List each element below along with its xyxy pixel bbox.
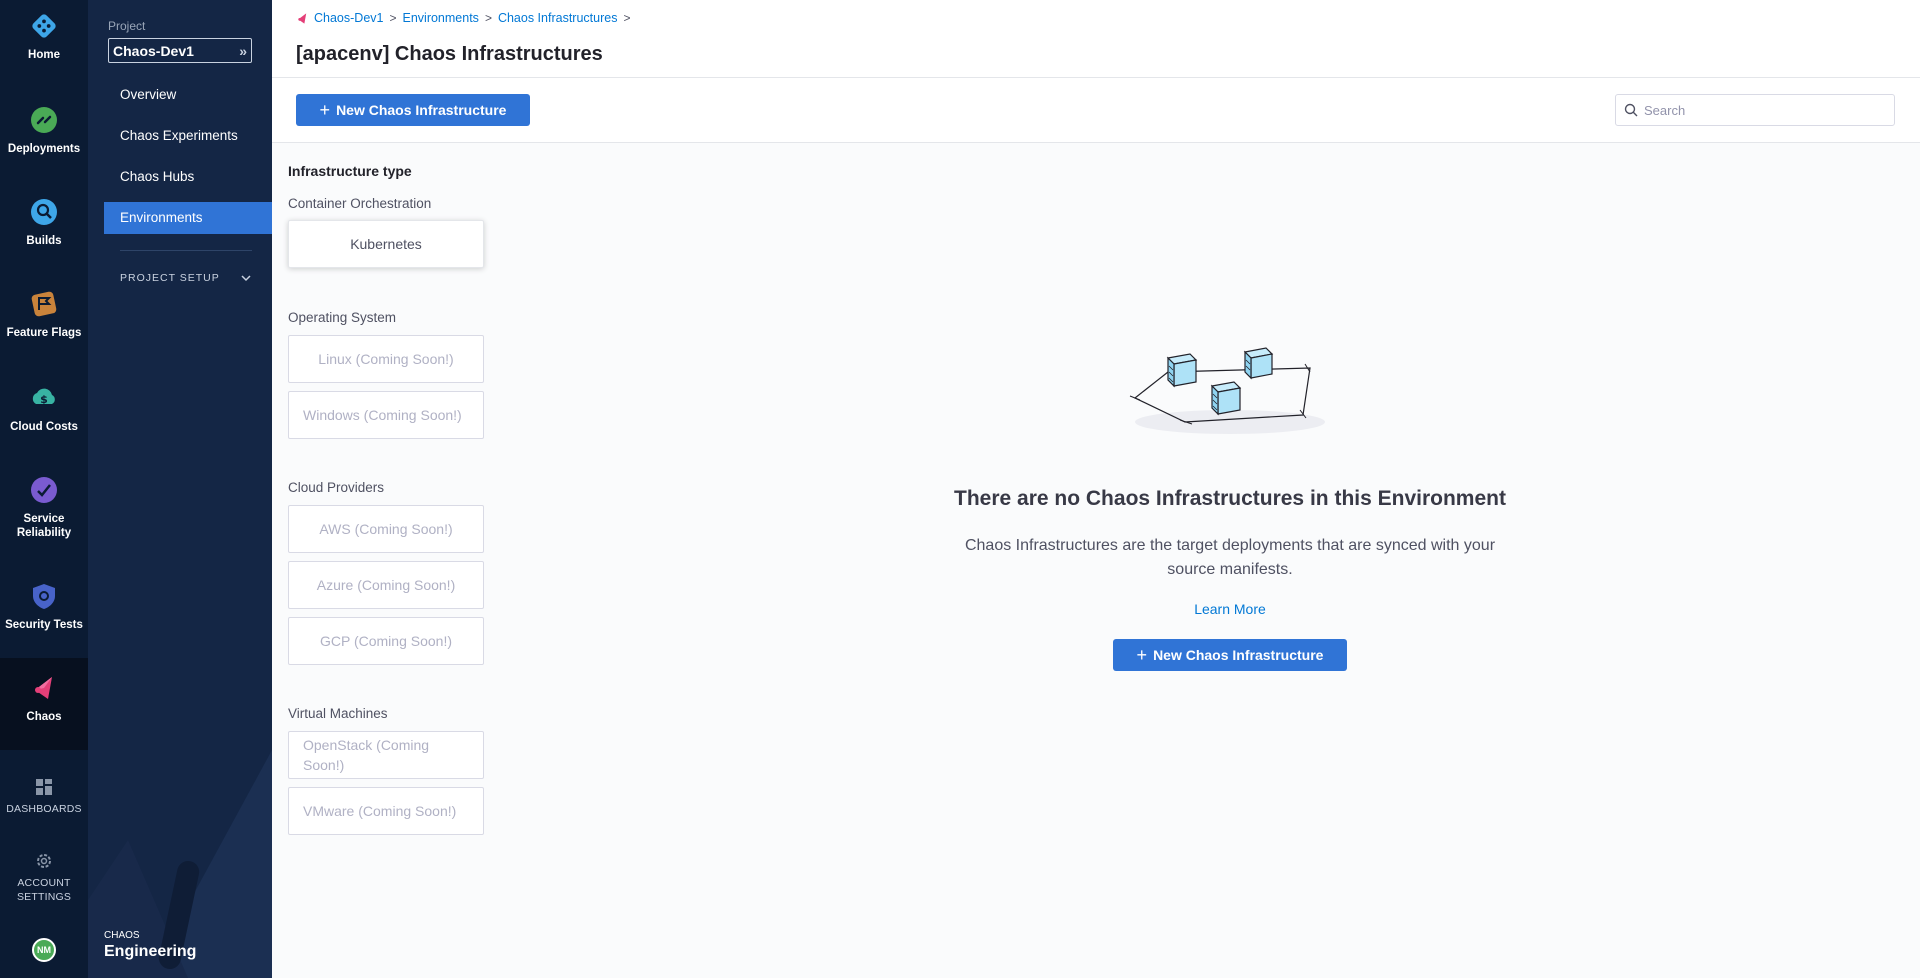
rail-dashboards[interactable]: DASHBOARDS bbox=[0, 778, 88, 816]
filter-option-linux[interactable]: Linux (Coming Soon!) bbox=[288, 335, 484, 383]
rail-feature-flags[interactable]: Feature Flags bbox=[0, 290, 88, 340]
rail-label: ACCOUNT SETTINGS bbox=[16, 877, 72, 903]
plus-icon: + bbox=[319, 100, 331, 120]
home-icon bbox=[30, 12, 58, 40]
breadcrumb-environments[interactable]: Environments bbox=[403, 11, 479, 25]
project-selector[interactable]: Chaos-Dev1 » bbox=[108, 38, 252, 63]
project-nav: Project Chaos-Dev1 » Overview Chaos Expe… bbox=[88, 0, 272, 978]
nav-item-environments[interactable]: Environments bbox=[104, 202, 272, 234]
cloud-costs-icon: $ bbox=[30, 384, 58, 412]
rail-label: DASHBOARDS bbox=[6, 803, 82, 815]
search-placeholder: Search bbox=[1644, 102, 1686, 118]
nav-item-chaos-hubs[interactable]: Chaos Hubs bbox=[104, 161, 272, 193]
page-header: Chaos-Dev1 > Environments > Chaos Infras… bbox=[272, 0, 1920, 78]
filter-option-gcp[interactable]: GCP (Coming Soon!) bbox=[288, 617, 484, 665]
filter-group-label: Container Orchestration bbox=[288, 196, 432, 211]
new-chaos-infrastructure-button[interactable]: + New Chaos Infrastructure bbox=[296, 94, 530, 126]
rail-label: Service Reliability bbox=[16, 513, 72, 539]
brand-name: Engineering bbox=[104, 943, 197, 960]
project-label: Project bbox=[108, 19, 146, 33]
chevron-down-icon bbox=[240, 272, 252, 287]
empty-state-new-infrastructure-button[interactable]: + New Chaos Infrastructure bbox=[1113, 639, 1347, 671]
breadcrumb: Chaos-Dev1 > Environments > Chaos Infras… bbox=[296, 11, 636, 25]
page-title: [apacenv] Chaos Infrastructures bbox=[296, 43, 603, 65]
filter-heading: Infrastructure type bbox=[288, 163, 412, 179]
toolbar: + New Chaos Infrastructure Search bbox=[272, 78, 1920, 143]
rail-label: Home bbox=[28, 49, 60, 61]
empty-state-title: There are no Chaos Infrastructures in th… bbox=[954, 487, 1506, 510]
security-tests-icon bbox=[30, 582, 58, 610]
project-value: Chaos-Dev1 bbox=[113, 42, 194, 59]
search-input[interactable]: Search bbox=[1615, 94, 1895, 126]
empty-state-description: Chaos Infrastructures are the target dep… bbox=[964, 537, 1496, 578]
rail-account-settings[interactable]: ACCOUNT SETTINGS bbox=[0, 852, 88, 904]
filter-group-label: Virtual Machines bbox=[288, 706, 388, 721]
learn-more-label: Learn More bbox=[1194, 601, 1266, 617]
nav-item-chaos-experiments[interactable]: Chaos Experiments bbox=[104, 120, 272, 152]
button-label: New Chaos Infrastructure bbox=[1153, 647, 1324, 663]
button-label: New Chaos Infrastructure bbox=[336, 102, 507, 118]
filter-option-azure[interactable]: Azure (Coming Soon!) bbox=[288, 561, 484, 609]
module-rail: Home Deployments Builds Feature Flags $ … bbox=[0, 0, 88, 978]
nav-item-overview[interactable]: Overview bbox=[104, 79, 272, 111]
filter-option-aws[interactable]: AWS (Coming Soon!) bbox=[288, 505, 484, 553]
project-setup-label: PROJECT SETUP bbox=[120, 272, 220, 284]
nav-divider bbox=[120, 250, 252, 251]
rail-security-tests[interactable]: Security Tests bbox=[0, 582, 88, 632]
rail-service-reliability[interactable]: Service Reliability bbox=[0, 476, 88, 540]
chaos-icon bbox=[30, 674, 58, 702]
filter-option-windows[interactable]: Windows (Coming Soon!) bbox=[288, 391, 484, 439]
gear-icon bbox=[35, 852, 53, 870]
builds-icon bbox=[30, 198, 58, 226]
breadcrumb-separator: > bbox=[623, 11, 631, 25]
svg-text:$: $ bbox=[40, 393, 48, 406]
rail-label: Security Tests bbox=[5, 619, 83, 631]
brand-module: CHAOS bbox=[104, 930, 140, 941]
filter-group-label: Cloud Providers bbox=[288, 480, 385, 495]
rail-deployments[interactable]: Deployments bbox=[0, 106, 88, 156]
search-icon bbox=[1624, 103, 1638, 117]
filter-option-openstack[interactable]: OpenStack (Coming Soon!) bbox=[288, 731, 484, 779]
filter-option-kubernetes[interactable]: Kubernetes bbox=[288, 220, 484, 268]
rail-label: Cloud Costs bbox=[10, 421, 78, 433]
breadcrumb-project[interactable]: Chaos-Dev1 bbox=[314, 11, 383, 25]
feature-flags-icon bbox=[30, 290, 58, 318]
learn-more-link[interactable]: Learn More bbox=[930, 601, 1530, 617]
project-setup-toggle[interactable]: PROJECT SETUP bbox=[120, 272, 252, 287]
breadcrumb-chaos-infrastructures[interactable]: Chaos Infrastructures bbox=[498, 11, 618, 25]
chaos-icon bbox=[296, 12, 309, 25]
rail-cloud-costs[interactable]: $ Cloud Costs bbox=[0, 384, 88, 434]
filter-group-label: Operating System bbox=[288, 310, 397, 325]
breadcrumb-separator: > bbox=[484, 11, 492, 25]
avatar[interactable]: NM bbox=[32, 938, 56, 962]
breadcrumb-separator: > bbox=[389, 11, 397, 25]
filter-option-vmware[interactable]: VMware (Coming Soon!) bbox=[288, 787, 484, 835]
rail-label: Feature Flags bbox=[6, 327, 82, 339]
dashboards-icon bbox=[35, 778, 53, 796]
rail-label: Builds bbox=[26, 235, 62, 247]
rail-chaos[interactable]: Chaos bbox=[0, 658, 88, 750]
rail-home[interactable]: Home bbox=[0, 12, 88, 62]
infrastructure-illustration bbox=[1129, 347, 1325, 434]
deployments-icon bbox=[30, 106, 58, 134]
plus-icon: + bbox=[1136, 645, 1148, 665]
double-chevron-right-icon: » bbox=[239, 42, 247, 59]
rail-builds[interactable]: Builds bbox=[0, 198, 88, 248]
service-reliability-icon bbox=[30, 476, 58, 504]
rail-label: Deployments bbox=[7, 143, 81, 155]
rail-label: Chaos bbox=[26, 711, 62, 723]
